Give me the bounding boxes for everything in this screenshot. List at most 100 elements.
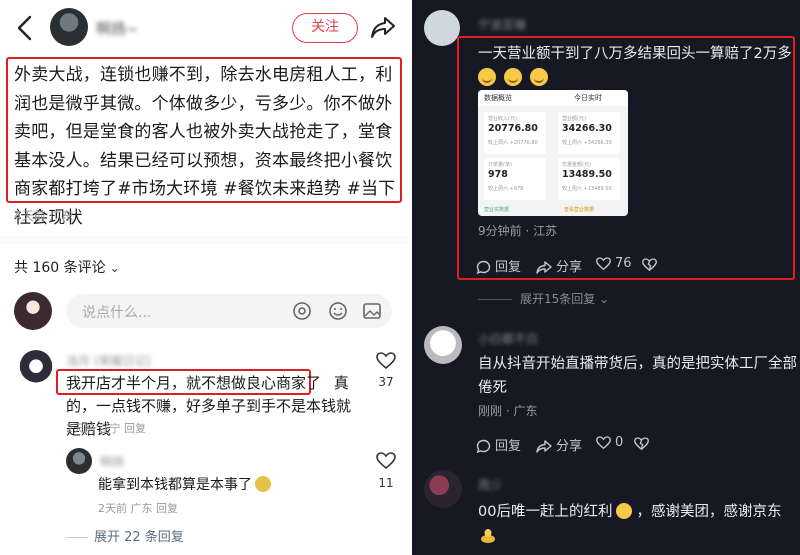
commenter-name[interactable]: 小白都不白: [478, 330, 538, 347]
smile-emoji-icon: [616, 503, 633, 519]
reply-label: 回复: [495, 439, 522, 454]
heart-icon[interactable]: [376, 452, 396, 470]
commenter-avatar[interactable]: [424, 10, 460, 46]
stat-delta: 较上周六 +20776.80: [488, 140, 538, 146]
author-name[interactable]: 啊扬~: [96, 18, 139, 39]
share-label: 分享: [556, 439, 583, 454]
comment-text-part: 00后唯一赶上的红利: [478, 504, 613, 520]
sweat-emoji-icon: [255, 476, 271, 492]
expand-replies-label: 展开 22 条回复: [94, 530, 184, 545]
commenter-name[interactable]: 浅月 (荣耀日记): [66, 352, 151, 369]
dashboard-header: 数据概览 今日实时: [478, 90, 628, 106]
expand-replies-label: 展开15条回复: [520, 292, 596, 306]
comment-text: 一天营业额干到了八万多结果回头一算赔了2万多: [478, 46, 792, 62]
commenter-name[interactable]: 周少: [478, 476, 502, 493]
mention-icon[interactable]: [292, 301, 312, 321]
comment-text: 自从抖音开始直播带货后，真的是把实体工厂全部倦死: [478, 356, 797, 396]
sales-dashboard-image[interactable]: 数据概览 今日实时 营业收入(元) 20776.80 较上周六 +20776.8…: [478, 90, 628, 216]
stat-label: 营业收入(元): [488, 116, 517, 122]
stat-label: 订单量(单): [488, 162, 512, 168]
stat-label: 营业额(元): [562, 116, 586, 122]
commenter-avatar[interactable]: [424, 470, 462, 508]
like-count: 37: [378, 375, 394, 389]
divider-dash: [66, 537, 88, 538]
stat-delta: 较上周六 +34266.30: [562, 140, 612, 146]
stat-value: 20776.80: [488, 123, 538, 134]
back-arrow-icon[interactable]: [14, 14, 36, 42]
comment-meta: 刚刚 · 广东: [478, 404, 538, 418]
comment-text-highlighted: 我开店才半个月，就不想做良心商家了: [66, 374, 322, 392]
grin-emoji-icon: [530, 68, 548, 86]
commenter-avatar[interactable]: [424, 326, 462, 364]
emoji-icon[interactable]: [328, 301, 348, 321]
follow-button[interactable]: 关注: [292, 13, 358, 43]
expand-replies-link[interactable]: 展开15条回复 ⌄: [478, 290, 609, 307]
comments-count-label: 共 160 条评论: [14, 260, 106, 276]
like-button[interactable]: 76: [596, 256, 632, 271]
expand-replies-link[interactable]: 展开 22 条回复: [66, 526, 184, 545]
reply-avatar[interactable]: [66, 448, 92, 474]
reply-label: 回复: [495, 260, 522, 275]
commenter-name[interactable]: 宁波亚锤: [478, 16, 526, 33]
heart-icon[interactable]: [376, 352, 396, 370]
reply-meta[interactable]: 2天前 广东 回复: [98, 500, 178, 516]
chevron-down-icon: ⌄: [595, 292, 610, 306]
stat-value: 34266.30: [562, 123, 612, 134]
reply-text: 能拿到本钱都算是本事了: [98, 474, 271, 494]
comment-input[interactable]: 说点什么...: [66, 294, 392, 328]
comments-header[interactable]: 共 160 条评论 ⌄: [14, 257, 120, 277]
stat-label: 优惠金额(元): [562, 162, 591, 168]
dashboard-tab: 今日实时: [574, 94, 602, 102]
reply-button[interactable]: 回复: [476, 256, 521, 275]
post-header: 啊扬~ 关注: [0, 0, 408, 56]
my-avatar: [14, 292, 52, 330]
reply-bubble-icon: [476, 260, 491, 275]
comment-meta: 9分钟前 · 江苏: [478, 224, 558, 238]
divider: [0, 236, 408, 244]
like-count: 0: [615, 435, 624, 450]
author-avatar[interactable]: [50, 8, 88, 46]
stat-delta: 较上周六 +978: [488, 186, 524, 192]
broken-heart-icon[interactable]: [642, 258, 657, 272]
dashboard-title: 数据概览: [484, 94, 512, 102]
dashboard-footer-right: 查看营业数据: [564, 207, 595, 213]
share-label: 分享: [556, 260, 583, 275]
gold-ingot-emoji-icon: [481, 529, 495, 543]
stat-cell: 订单量(单) 978 较上周六 +978: [484, 158, 546, 200]
share-icon[interactable]: [370, 14, 396, 40]
chevron-down-icon: ⌄: [109, 261, 120, 275]
heart-icon: [596, 435, 611, 449]
grin-emoji-icon: [478, 68, 496, 86]
xiaohongshu-post-panel: 啊扬~ 关注 外卖大战，连锁也赚不到，除去水电房租人工，利润也是微乎其微。个体做…: [0, 0, 408, 555]
dashboard-footer-left: 营业实数据: [484, 207, 510, 213]
stat-cell: 优惠金额(元) 13489.50 较上周六 +13489.50: [558, 158, 620, 200]
stat-value: 978: [488, 169, 508, 180]
comment-input-placeholder: 说点什么...: [82, 305, 152, 321]
like-button[interactable]: 0: [596, 435, 623, 450]
reply-button[interactable]: 回复: [476, 435, 521, 454]
broken-heart-icon[interactable]: [634, 437, 649, 451]
share-arrow-icon: [536, 261, 552, 274]
commenter-avatar[interactable]: [18, 350, 54, 386]
like-count: 11: [378, 476, 394, 490]
comment-text: 00后唯一赶上的红利 ，感谢美团，感谢京东: [478, 500, 798, 521]
reply-bubble-icon: [476, 439, 491, 454]
reply-text-body: 能拿到本钱都算是本事了: [98, 477, 252, 493]
grin-emoji-icon: [504, 68, 522, 86]
image-icon[interactable]: [362, 301, 382, 321]
reply-author-name[interactable]: 啊扬: [100, 453, 124, 470]
share-button[interactable]: 分享: [536, 435, 582, 454]
stat-delta: 较上周六 +13489.50: [562, 186, 612, 192]
douyin-comments-panel: 宁波亚锤 一天营业额干到了八万多结果回头一算赔了2万多 数据概览 今日实时 营业…: [412, 0, 800, 555]
stat-cell: 营业收入(元) 20776.80 较上周六 +20776.80: [484, 112, 546, 154]
comment-text-part: ，感谢美团，感谢京东: [636, 504, 782, 520]
comment-meta[interactable]: 2天前 辽宁 回复: [66, 420, 146, 436]
post-meta: 4天前 广东: [14, 209, 74, 223]
share-button[interactable]: 分享: [536, 256, 582, 275]
stat-cell: 营业额(元) 34266.30 较上周六 +34266.30: [558, 112, 620, 154]
share-arrow-icon: [536, 440, 552, 453]
divider-dash: [478, 299, 512, 300]
stat-value: 13489.50: [562, 169, 612, 180]
like-count: 76: [615, 256, 632, 271]
heart-icon: [596, 256, 611, 270]
